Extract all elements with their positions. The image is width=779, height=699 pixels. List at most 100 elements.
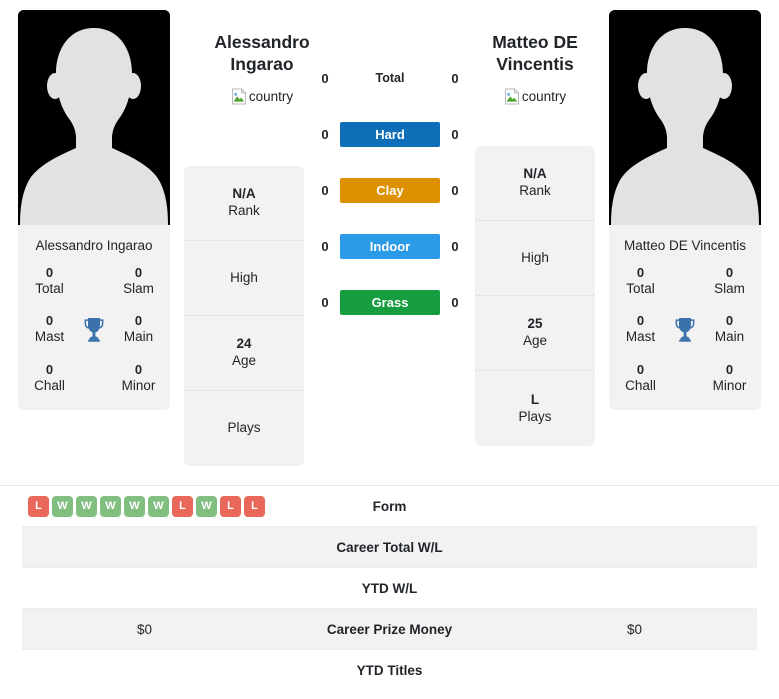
surface-badge-total[interactable]: Total [340, 66, 440, 91]
surface-badge-hard[interactable]: Hard [340, 121, 440, 147]
left-info-high-label: High [230, 269, 258, 285]
right-titles-slam-value: 0 [725, 265, 734, 280]
right-clay-value: 0 [451, 182, 459, 198]
surface-comparison-column: 0 Total 0 0 Hard 0 0 Clay 0 0 Indoor 0 0 Grass 0 [310, 60, 470, 320]
left-total-value: 0 [321, 70, 329, 86]
right-titles-total-label: Total [626, 280, 655, 296]
right-titles-slam: 0 Slam [704, 265, 755, 297]
right-player-titles-grid: 0 Total 0 Slam 0 Mast 0 Main 0 Chall 0 M… [609, 263, 761, 410]
right-info-age-label: Age [522, 333, 548, 348]
right-info-plays-label: Plays [518, 408, 552, 424]
broken-image-icon [231, 87, 248, 105]
form-badge-7[interactable]: W [196, 495, 217, 517]
left-titles-chall-label: Chall [34, 377, 65, 393]
career-stats-table: L W W W W W L W L L Form Career Total W/L YTD W/L $0 C… [0, 485, 779, 691]
right-info-plays-value: L [530, 391, 540, 407]
form-badge-6[interactable]: L [172, 495, 193, 517]
left-titles-chall: 0 Chall [24, 362, 75, 394]
comparison-header-area: Alessandro Ingarao 0 Total 0 Slam 0 Mast [0, 0, 779, 480]
surface-row-total: 0 Total 0 [310, 60, 470, 96]
form-badge-4[interactable]: W [124, 495, 145, 517]
left-titles-slam-value: 0 [134, 265, 143, 280]
left-titles-slam: 0 Slam [113, 265, 164, 297]
left-titles-main-label: Main [123, 329, 154, 345]
right-titles-mast-label: Mast [625, 329, 656, 345]
right-career_prize_money-value: $0 [626, 621, 643, 637]
right-titles-slam-label: Slam [714, 280, 745, 296]
form-badge-5[interactable]: W [148, 495, 169, 517]
right-titles-mast-value: 0 [636, 313, 645, 329]
surface-badge-indoor[interactable]: Indoor [340, 233, 440, 259]
right-info-age-value: 25 [527, 316, 543, 332]
right-country-flag-row: country [455, 87, 615, 105]
left-info-high: High [184, 241, 304, 316]
left-info-plays: Plays [184, 391, 304, 466]
stat-row-form: L W W W W W L W L L Form [22, 486, 757, 527]
left-titles-total: 0 Total [24, 265, 75, 297]
right-titles-minor: 0 Minor [704, 362, 755, 394]
left-titles-mast: 0 Mast [24, 313, 75, 345]
surface-badge-clay[interactable]: Clay [340, 177, 440, 203]
left-titles-minor-label: Minor [121, 377, 156, 393]
surface-badge-grass[interactable]: Grass [340, 289, 440, 315]
left-titles-minor: 0 Minor [113, 362, 164, 394]
surface-row-grass: 0 Grass 0 [310, 284, 470, 320]
right-total-value: 0 [451, 70, 459, 86]
stat-label-career_prize_money: Career Prize Money [326, 621, 453, 637]
left-clay-value: 0 [321, 182, 329, 198]
left-info-plays-label: Plays [227, 420, 261, 436]
right-player-name-line2[interactable]: Vincentis [455, 53, 615, 75]
right-player-heading: Matteo DE Vincentis country [455, 31, 615, 105]
surface-row-hard: 0 Hard 0 [310, 116, 470, 152]
form-badge-3[interactable]: W [100, 495, 121, 517]
left-player-name-line1[interactable]: Alessandro [182, 31, 342, 53]
stat-label-career_total_wl: Career Total W/L [336, 539, 443, 555]
right-player-card[interactable]: Matteo DE Vincentis 0 Total 0 Slam 0 Mas… [609, 10, 761, 410]
right-info-rank-value: N/A [523, 166, 547, 182]
right-hard-value: 0 [451, 126, 459, 142]
broken-image-icon [504, 87, 521, 105]
left-info-rank-value: N/A [232, 186, 256, 202]
left-titles-total-value: 0 [45, 265, 54, 280]
right-player-info-panel: N/A Rank High 25 Age L Plays [475, 146, 595, 446]
stat-row-ytd_titles: YTD Titles [22, 650, 757, 691]
left-career_prize_money-value: $0 [136, 621, 153, 637]
form-badge-8[interactable]: L [220, 495, 241, 517]
surface-row-indoor: 0 Indoor 0 [310, 228, 470, 264]
left-player-card-name: Alessandro Ingarao [35, 238, 153, 253]
left-titles-mast-value: 0 [45, 313, 54, 329]
right-player-avatar [609, 10, 761, 225]
left-indoor-value: 0 [321, 238, 329, 254]
right-titles-main-label: Main [714, 329, 745, 345]
player-comparison-page: Alessandro Ingarao 0 Total 0 Slam 0 Mast [0, 0, 779, 699]
left-player-card[interactable]: Alessandro Ingarao 0 Total 0 Slam 0 Mast [18, 10, 170, 410]
form-badge-2[interactable]: W [76, 495, 97, 517]
left-info-age: 24 Age [184, 316, 304, 391]
left-titles-mast-label: Mast [34, 329, 65, 345]
right-titles-main: 0 Main [704, 313, 755, 345]
right-info-high: High [475, 221, 595, 296]
trophy-icon [75, 316, 113, 343]
left-titles-chall-value: 0 [45, 361, 54, 377]
right-titles-main-value: 0 [725, 313, 734, 329]
right-titles-minor-value: 0 [725, 361, 734, 377]
right-info-rank-label: Rank [519, 183, 551, 198]
right-grass-value: 0 [451, 294, 459, 310]
form-badge-9[interactable]: L [244, 495, 265, 517]
left-titles-slam-label: Slam [123, 280, 154, 296]
right-titles-chall: 0 Chall [615, 362, 666, 394]
stat-row-ytd_wl: YTD W/L [22, 568, 757, 609]
right-info-plays: L Plays [475, 371, 595, 446]
right-titles-minor-label: Minor [712, 377, 747, 393]
form-badge-0[interactable]: L [28, 495, 49, 517]
left-info-rank: N/A Rank [184, 166, 304, 241]
stat-label-form: Form [372, 498, 407, 514]
left-country-alt-text: country [248, 88, 294, 104]
left-titles-total-label: Total [35, 280, 64, 296]
trophy-icon [666, 316, 704, 343]
form-badge-1[interactable]: W [52, 495, 73, 517]
right-player-name-line1[interactable]: Matteo DE [455, 31, 615, 53]
left-player-info-panel: N/A Rank High 24 Age Plays [184, 166, 304, 466]
right-titles-total-value: 0 [636, 265, 645, 280]
left-titles-main: 0 Main [113, 313, 164, 345]
